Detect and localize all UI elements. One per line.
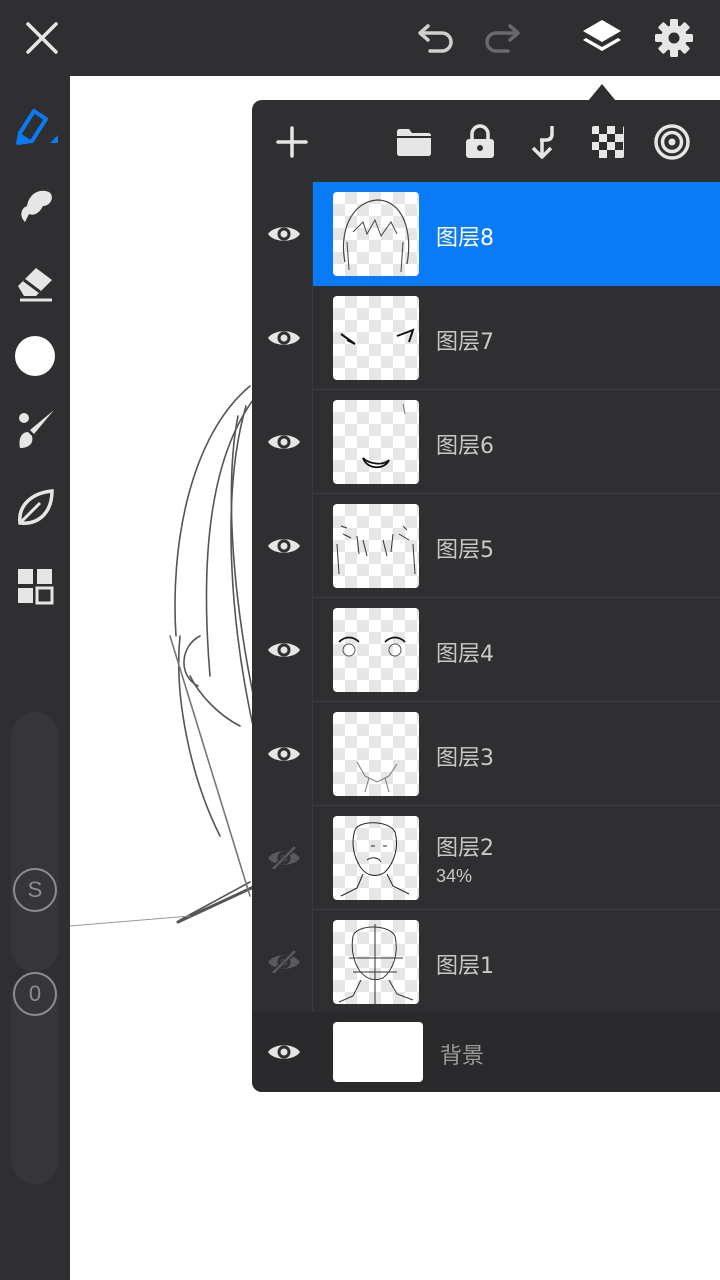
add-layer-icon[interactable] (268, 118, 316, 166)
layer-thumbnail (333, 400, 419, 484)
layer-thumbnail (333, 192, 419, 276)
layer-name: 图层1 (436, 954, 494, 979)
layer-row[interactable]: 图层7 (252, 286, 720, 390)
layer-name: 背景 (440, 1044, 485, 1069)
visibility-eye-icon[interactable] (260, 626, 308, 674)
layer-row[interactable]: 图层1 (252, 910, 720, 1014)
layer-row[interactable]: 图层6 (252, 390, 720, 494)
layer-row[interactable]: 图层5 (252, 494, 720, 598)
visibility-eye-icon[interactable] (260, 314, 308, 362)
visibility-eye-icon[interactable] (260, 730, 308, 778)
brush-icon[interactable] (11, 406, 59, 454)
layer-name: 图层7 (436, 330, 494, 355)
layer-name: 图层4 (436, 642, 494, 667)
layer-thumbnail (333, 504, 419, 588)
transparency-icon[interactable] (584, 118, 632, 166)
layer-row[interactable]: 图层2 34% (252, 806, 720, 910)
layer-body[interactable]: 图层7 (313, 286, 720, 390)
layer-body[interactable]: 图层2 34% (313, 806, 720, 910)
color-swatch[interactable] (11, 332, 59, 380)
layer-thumbnail (333, 712, 419, 796)
size-slider-handle[interactable]: S (13, 868, 57, 912)
visibility-hidden-icon[interactable] (260, 834, 308, 882)
close-icon[interactable] (18, 14, 66, 62)
layer-row[interactable]: 图层3 (252, 702, 720, 806)
eraser-icon[interactable] (11, 258, 59, 306)
layer-name: 图层6 (436, 434, 494, 459)
layers-toolbar (252, 100, 720, 182)
layer-body[interactable]: 图层5 (313, 494, 720, 598)
layer-body[interactable]: 图层3 (313, 702, 720, 806)
visibility-eye-icon[interactable] (260, 418, 308, 466)
visibility-eye-icon[interactable] (260, 1028, 308, 1076)
layer-row[interactable]: 图层4 (252, 598, 720, 702)
layer-row[interactable]: 图层8 (252, 182, 720, 286)
layer-thumbnail (333, 296, 419, 380)
size-label: S (27, 877, 43, 902)
opacity-label: 0 (28, 981, 42, 1006)
opacity-slider-handle[interactable]: 0 (13, 972, 57, 1016)
layer-body[interactable]: 图层1 (313, 910, 720, 1014)
layer-name: 图层5 (436, 538, 494, 563)
leaf-icon[interactable] (11, 484, 59, 532)
settings-icon[interactable] (650, 14, 698, 62)
grid-icon[interactable] (11, 562, 59, 610)
layer-row-background[interactable]: 背景 (252, 1012, 720, 1092)
layers-panel: 图层8 图层7 图层6 图层5 图层4 图层3 图层2 34% 图层1 背景 (252, 100, 720, 1092)
merge-down-icon[interactable] (520, 118, 568, 166)
visibility-hidden-icon[interactable] (260, 938, 308, 986)
layer-body[interactable]: 图层4 (313, 598, 720, 702)
layer-thumbnail (333, 816, 419, 900)
layer-body[interactable]: 图层6 (313, 390, 720, 494)
background-color-swatch[interactable] (333, 1022, 423, 1082)
undo-icon[interactable] (412, 14, 460, 62)
left-toolbar: S 0 (0, 76, 70, 1280)
lock-icon[interactable] (456, 118, 504, 166)
visibility-eye-icon[interactable] (260, 210, 308, 258)
redo-icon[interactable] (478, 14, 526, 62)
folder-icon[interactable] (390, 118, 438, 166)
popover-arrow (588, 84, 616, 101)
layer-body[interactable]: 图层8 (313, 182, 720, 286)
visibility-eye-icon[interactable] (260, 522, 308, 570)
smudge-icon[interactable] (11, 180, 59, 228)
top-bar (0, 0, 720, 76)
spiral-icon[interactable] (648, 118, 696, 166)
size-slider[interactable] (11, 712, 59, 972)
layer-thumbnail (333, 920, 419, 1004)
layer-opacity: 34% (436, 866, 473, 886)
layers-icon[interactable] (578, 14, 626, 62)
layer-thumbnail (333, 608, 419, 692)
layer-name: 图层3 (436, 746, 494, 771)
layer-name: 图层2 (436, 836, 494, 861)
pen-icon[interactable] (11, 102, 59, 150)
layer-name: 图层8 (436, 226, 494, 251)
